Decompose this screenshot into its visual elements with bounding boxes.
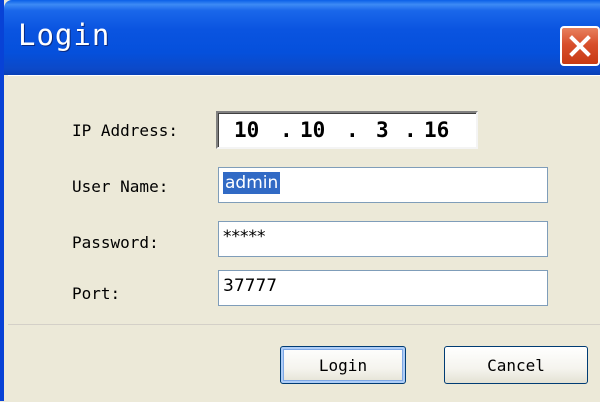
port-value: 37777 [223,276,278,296]
ip-dot-2: . [346,118,359,142]
close-button[interactable] [560,26,600,66]
window-title: Login [18,18,111,52]
ip-dot-3: . [404,118,417,142]
dialog-body: IP Address: 10 . 10 . 3 . 16 User Name: … [8,75,600,402]
ip-octet-2[interactable]: 10 [300,118,325,142]
close-icon [569,35,591,57]
ip-address-field[interactable]: 10 . 10 . 3 . 16 [216,111,478,149]
ip-octet-4[interactable]: 16 [424,118,449,142]
user-name-label: User Name: [72,177,169,196]
login-button[interactable]: Login [280,346,406,384]
password-input[interactable]: ***** [218,221,548,257]
button-separator [8,324,600,325]
user-name-input[interactable]: admin [218,167,548,203]
port-input[interactable]: 37777 [218,270,548,306]
password-value: ***** [223,227,266,247]
user-name-value: admin [223,172,281,194]
cancel-button[interactable]: Cancel [444,346,588,384]
ip-dot-1: . [280,118,293,142]
login-dialog: Login IP Address: 10 . 10 . 3 . 16 User … [0,0,600,402]
ip-octet-1[interactable]: 10 [234,118,259,142]
title-bar[interactable]: Login [4,0,600,75]
password-label: Password: [72,233,159,252]
ip-address-label: IP Address: [72,121,178,140]
ip-octet-3[interactable]: 3 [376,118,389,142]
port-label: Port: [72,284,121,303]
